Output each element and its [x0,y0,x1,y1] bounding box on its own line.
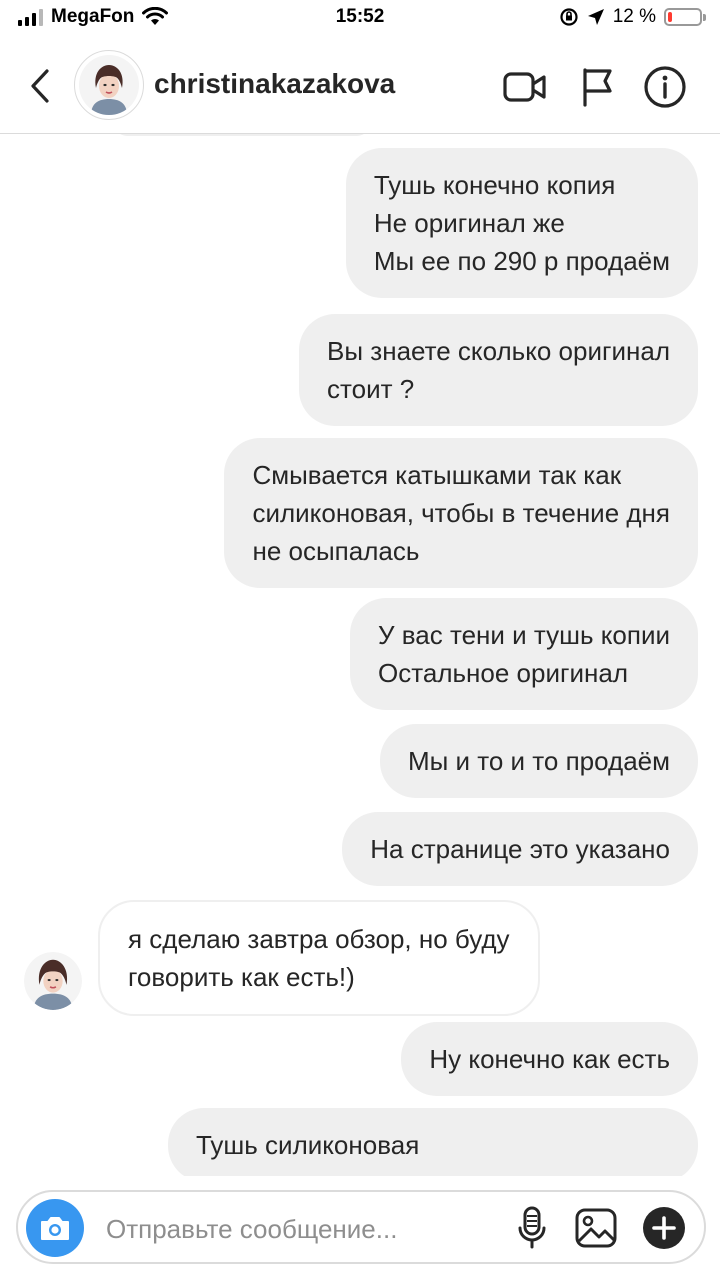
profile-avatar[interactable] [74,50,144,120]
message-line: я сделаю завтра обзор, но буду [128,924,510,954]
avatar-illustration [79,55,139,115]
chat-header: christinakazakova [0,36,720,134]
message-composer [16,1190,706,1264]
message-bubble-outgoing[interactable]: Тушь конечно копия Не оригинал же Мы ее … [345,148,698,298]
microphone-icon [518,1206,546,1249]
message-line: силиконовая, чтобы в течение дня [252,498,670,528]
message-line: Ну конечно как есть [429,1044,670,1074]
voice-message-button[interactable] [508,1204,556,1252]
sender-avatar[interactable] [24,952,82,1010]
message-bubble-incoming [112,134,372,136]
details-button[interactable] [642,64,688,110]
message-line: Мы и то и то продаём [407,746,670,776]
gallery-button[interactable] [572,1204,620,1252]
camera-icon [41,1217,69,1240]
message-thread[interactable]: Тушь конечно копия Не оригинал же Мы ее … [0,134,720,1176]
message-line: Не оригинал же [373,208,565,238]
status-bar: MegaFon 15:52 12 % [0,0,720,36]
message-bubble-incoming[interactable]: я сделаю завтра обзор, но буду говорить … [98,900,540,1016]
video-camera-icon [503,72,546,102]
message-line: На странице это указано [370,834,670,864]
message-line: говорить как есть!) [128,962,355,992]
video-call-button[interactable] [502,64,548,110]
battery-fill [668,12,672,22]
message-line: не осыпалась [252,536,420,566]
message-line: Мы ее по 290 р продаём [373,246,670,276]
gallery-icon [575,1208,617,1248]
flag-icon [583,68,612,107]
more-actions-button[interactable] [640,1204,688,1252]
message-bubble-outgoing[interactable]: Мы и то и то продаём [379,724,698,798]
avatar-illustration [24,952,82,1010]
message-bubble-outgoing[interactable]: Смывается катышками так как силиконовая,… [224,438,698,588]
status-right: 12 % [559,6,706,28]
battery-icon [664,8,706,26]
message-bubble-outgoing[interactable]: Вы знаете сколько оригинал стоит ? [299,314,698,426]
back-chevron-icon [31,69,49,103]
plus-icon [643,1207,685,1249]
message-bubble-outgoing[interactable]: Тушь силиконовая [168,1108,698,1176]
message-bubble-outgoing[interactable]: У вас тени и тушь копии Остальное оригин… [350,598,698,710]
message-line: Смывается катышками так как [252,460,622,490]
composer-bar [0,1176,720,1280]
message-input[interactable] [106,1210,486,1248]
message-line: Вы знаете сколько оригинал [327,336,670,366]
message-line: Тушь силиконовая [196,1130,420,1160]
back-button[interactable] [20,64,60,108]
location-arrow-icon [587,9,604,25]
camera-button[interactable] [26,1199,84,1257]
message-line: Остальное оригинал [378,658,628,688]
battery-percent: 12 % [612,6,656,27]
message-line: У вас тени и тушь копии [378,620,670,650]
message-line: стоит ? [327,374,415,404]
chat-username[interactable]: christinakazakova [154,68,395,100]
rotation-lock-icon [560,8,578,26]
message-bubble-outgoing[interactable]: На странице это указано [342,812,698,886]
message-bubble-outgoing[interactable]: Ну конечно как есть [401,1022,698,1096]
report-button[interactable] [574,64,620,110]
message-line: Тушь конечно копия [373,170,616,200]
info-icon [644,66,686,108]
